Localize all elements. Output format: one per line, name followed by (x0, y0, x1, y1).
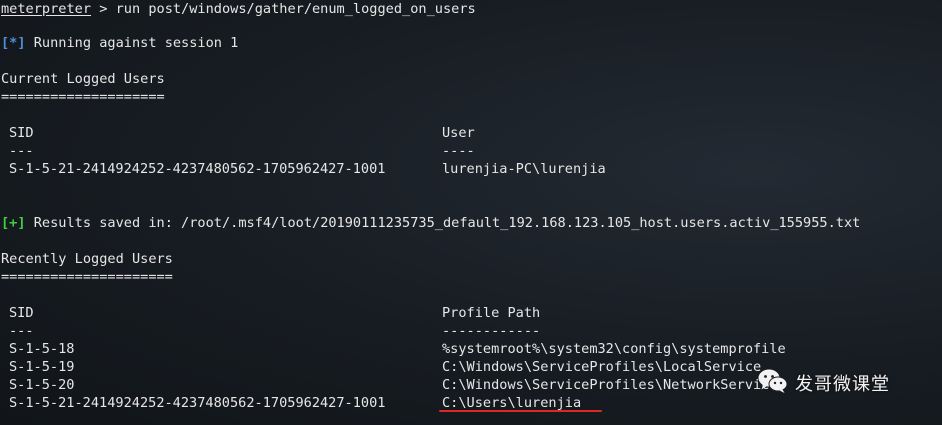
table-row-path: %systemroot%\system32\config\systemprofi… (442, 341, 786, 357)
meterpreter-prompt: meterpreter (1, 1, 92, 17)
recent-sid-header: SID (9, 305, 34, 321)
table-row-sid: S-1-5-21-2414924252-4237480562-170596242… (9, 161, 386, 177)
info-text: Running against session 1 (25, 35, 239, 51)
command-line: meterpreter > run post/windows/gather/en… (1, 0, 476, 18)
results-line: [+] Results saved in: /root/.msf4/loot/2… (1, 214, 860, 232)
table-row-sid: S-1-5-18 (9, 341, 75, 357)
table-row-path: C:\Windows\ServiceProfiles\NetworkServic… (442, 377, 778, 393)
recent-path-dashes: ------------ (442, 323, 541, 339)
recent-users-title: Recently Logged Users (1, 251, 173, 267)
results-text: Results saved in: /root/.msf4/loot/20190… (25, 215, 861, 231)
table-row-sid: S-1-5-21-2414924252-4237480562-170596242… (9, 395, 386, 411)
table-row-user: lurenjia-PC\lurenjia (442, 161, 606, 177)
watermark: 发哥微课堂 (757, 368, 890, 398)
table-row-sid: S-1-5-19 (9, 359, 75, 375)
info-line: [*] Running against session 1 (1, 34, 238, 52)
table-row-sid: S-1-5-20 (9, 377, 75, 393)
ok-tag: [+] (1, 215, 26, 231)
current-user-dashes: ---- (442, 143, 475, 159)
info-tag: [*] (1, 35, 26, 51)
current-users-title: Current Logged Users (1, 71, 165, 87)
current-sid-dashes: --- (9, 143, 34, 159)
recent-path-header: Profile Path (442, 305, 541, 321)
terminal-window[interactable]: meterpreter > run post/windows/gather/en… (0, 0, 942, 425)
watermark-text: 发哥微课堂 (795, 374, 890, 395)
highlight-underline (439, 410, 602, 412)
recent-users-rule: ===================== (1, 269, 173, 285)
recent-sid-dashes: --- (9, 323, 34, 339)
current-sid-header: SID (9, 125, 34, 141)
command-text: > run post/windows/gather/enum_logged_on… (91, 1, 476, 17)
wechat-icon (757, 367, 789, 400)
table-row-path: C:\Windows\ServiceProfiles\LocalService (442, 359, 762, 375)
current-users-rule: ==================== (1, 89, 165, 105)
current-user-header: User (442, 125, 475, 141)
